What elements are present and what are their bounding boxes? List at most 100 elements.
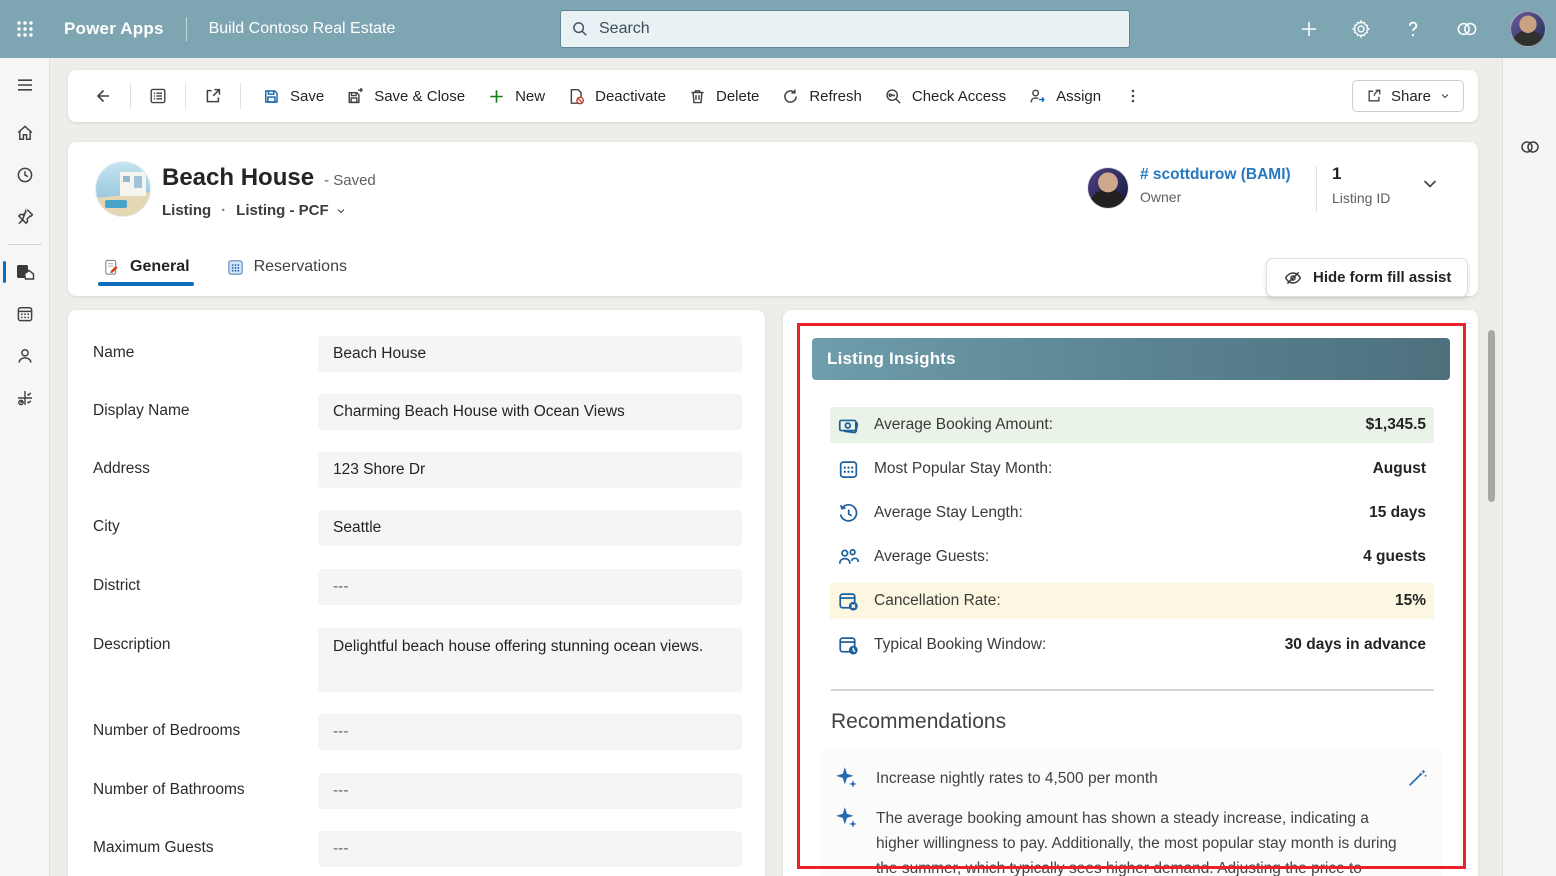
add-icon[interactable] [1298, 18, 1320, 40]
sidebar-item-tables[interactable] [0, 293, 50, 335]
sidebar-item-contacts[interactable] [0, 335, 50, 377]
field-input-city[interactable]: Seattle [318, 510, 742, 546]
recommendation-text: Increase nightly rates to 4,500 per mont… [876, 765, 1158, 791]
field-input-maximum-guests[interactable]: --- [318, 831, 742, 867]
nav-menu-button[interactable] [0, 64, 50, 106]
calendar-grid-icon [15, 304, 35, 324]
field-input-number-of-bathrooms[interactable]: --- [318, 773, 742, 809]
guests-icon [837, 546, 860, 569]
sidebar-item-recent[interactable] [0, 154, 50, 196]
owner-role-label: Owner [1140, 189, 1291, 205]
sidebar-item-pinned[interactable] [0, 196, 50, 238]
metric-label: Average Guests: [874, 548, 989, 566]
metric-row-typical-booking-window: Typical Booking Window: 30 days in advan… [830, 627, 1434, 663]
app-launcher-button[interactable] [0, 0, 50, 58]
metric-value: 15 days [1369, 504, 1426, 522]
field-label-maximum-guests: Maximum Guests [93, 831, 318, 867]
share-icon [1365, 87, 1383, 105]
tab-reservations-label: Reservations [254, 258, 347, 276]
left-navigation-rail [0, 58, 50, 876]
active-tab-underline [98, 282, 194, 286]
metric-label: Average Stay Length: [874, 504, 1023, 522]
refresh-button[interactable]: Refresh [770, 80, 873, 113]
show-as-button[interactable] [141, 79, 175, 113]
help-icon[interactable] [1402, 18, 1424, 40]
save-icon [262, 87, 281, 106]
hamburger-menu-icon [15, 75, 35, 95]
check-access-icon [884, 87, 903, 106]
chevron-down-icon [1439, 90, 1451, 102]
back-button[interactable] [86, 79, 120, 113]
active-indicator [3, 261, 6, 283]
listing-id-value: 1 [1332, 164, 1390, 184]
reports-icon [15, 388, 35, 408]
copilot-icon[interactable] [1454, 16, 1480, 42]
settings-gear-icon[interactable] [1350, 18, 1372, 40]
record-photo[interactable] [96, 162, 150, 216]
environment-name[interactable]: Build Contoso Real Estate [209, 20, 396, 38]
field-label-display-name: Display Name [93, 394, 318, 430]
recommendation-item[interactable]: The average booking amount has shown a s… [834, 798, 1428, 876]
share-button[interactable]: Share [1352, 80, 1464, 112]
user-avatar[interactable] [1510, 11, 1546, 47]
assign-button[interactable]: Assign [1017, 80, 1112, 113]
metric-value: August [1373, 460, 1426, 478]
command-bar: Save Save & Close New Deactivate Delete … [68, 70, 1478, 122]
delete-button[interactable]: Delete [677, 80, 770, 113]
form-selector[interactable]: Listing - PCF [236, 202, 347, 219]
search-input[interactable] [599, 20, 1119, 38]
tab-general[interactable]: General [98, 242, 194, 286]
new-button[interactable]: New [476, 80, 556, 113]
refresh-label: Refresh [809, 88, 862, 105]
money-icon [837, 414, 860, 437]
hide-form-fill-assist-button[interactable]: Hide form fill assist [1266, 258, 1468, 297]
cancellation-icon [837, 590, 860, 613]
chevron-down-icon [335, 205, 347, 217]
copilot-pane-button[interactable] [1513, 130, 1547, 164]
more-commands-button[interactable] [1116, 79, 1150, 113]
sidebar-item-listings[interactable] [0, 251, 50, 293]
popout-icon [203, 86, 223, 106]
save-button[interactable]: Save [251, 80, 335, 113]
global-search[interactable] [560, 10, 1130, 48]
app-name[interactable]: Power Apps [64, 19, 164, 39]
metric-row-average-stay-length: Average Stay Length: 15 days [830, 495, 1434, 531]
booking-window-icon [837, 634, 860, 657]
metric-row-cancellation-rate: Cancellation Rate: 15% [830, 583, 1434, 619]
sparkle-icon [834, 805, 860, 831]
open-in-new-window-button[interactable] [196, 79, 230, 113]
save-and-close-button[interactable]: Save & Close [335, 80, 476, 113]
field-label-name: Name [93, 336, 318, 372]
field-input-name[interactable]: Beach House [318, 336, 742, 372]
save-label: Save [290, 88, 324, 105]
home-icon [15, 123, 35, 143]
metric-value: $1,345.5 [1366, 416, 1426, 434]
tab-reservations[interactable]: Reservations [222, 242, 351, 286]
owner-link[interactable]: # scottdurow (BAMI) [1140, 166, 1291, 184]
divider [1316, 166, 1317, 212]
field-input-address[interactable]: 123 Shore Dr [318, 452, 742, 488]
field-input-district[interactable]: --- [318, 569, 742, 605]
metric-row-average-booking-amount: Average Booking Amount: $1,345.5 [830, 407, 1434, 443]
field-input-display-name[interactable]: Charming Beach House with Ocean Views [318, 394, 742, 430]
check-access-button[interactable]: Check Access [873, 80, 1017, 113]
deactivate-button[interactable]: Deactivate [556, 80, 677, 113]
sidebar-item-reports[interactable] [0, 377, 50, 419]
field-input-number-of-bedrooms[interactable]: --- [318, 714, 742, 750]
owner-avatar[interactable] [1088, 168, 1128, 208]
person-icon [15, 346, 35, 366]
share-label: Share [1391, 88, 1431, 105]
metric-label: Cancellation Rate: [874, 592, 1001, 610]
general-form-section: Name Beach House Display Name Charming B… [68, 310, 765, 876]
recommendation-item[interactable]: Increase nightly rates to 4,500 per mont… [834, 758, 1428, 798]
copilot-icon [1518, 135, 1542, 159]
listings-icon [14, 261, 36, 283]
field-label-number-of-bedrooms: Number of Bedrooms [93, 714, 318, 750]
sidebar-item-home[interactable] [0, 112, 50, 154]
field-label-number-of-bathrooms: Number of Bathrooms [93, 773, 318, 809]
field-input-description[interactable]: Delightful beach house offering stunning… [318, 628, 742, 692]
vertical-scrollbar[interactable] [1488, 330, 1495, 502]
apply-wand-icon[interactable] [1406, 765, 1428, 789]
header-expand-chevron-icon[interactable] [1420, 174, 1440, 194]
new-label: New [515, 88, 545, 105]
